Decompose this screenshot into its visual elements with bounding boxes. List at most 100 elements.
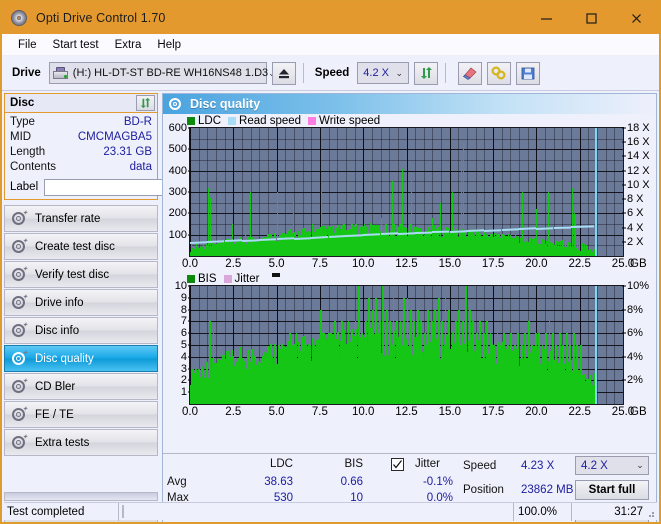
legend-entry-write-speed: Write speed xyxy=(308,115,380,127)
disc-row-contents: Contents data xyxy=(10,160,152,175)
y-tick-label: 6 xyxy=(181,328,192,339)
minimize-button[interactable] xyxy=(524,2,569,34)
disc-label-row: Label xyxy=(10,178,247,196)
x-tick-label: 22.5 xyxy=(568,258,591,270)
menu-item-help[interactable]: Help xyxy=(149,37,189,53)
x-axis-unit: GB xyxy=(630,258,647,270)
legend-swatch-bis xyxy=(187,274,195,283)
bis-legend: BIS Jitter xyxy=(163,272,656,285)
disc-icon xyxy=(169,97,182,111)
eject-button[interactable] xyxy=(271,61,296,85)
bis-y-axis-left: 1 2 3 4 5 6 7 8 9 10 xyxy=(163,281,192,405)
erase-button[interactable] xyxy=(458,61,483,85)
test-speed-select[interactable]: 4.2 X ⌄ xyxy=(575,456,649,475)
disc-row-length: Length 23.31 GB xyxy=(10,145,152,160)
sidebar-item-verify-test-disc[interactable]: ✦ Verify test disc xyxy=(4,261,158,288)
sidebar-item-disc-quality[interactable]: ✦ Disc quality xyxy=(4,345,158,372)
y-tick-label: 400 xyxy=(169,165,192,176)
x-tick-label: 10.0 xyxy=(351,406,375,418)
tools-button[interactable] xyxy=(487,61,512,85)
speed-select[interactable]: 4.2 X ⌄ xyxy=(357,62,410,84)
y2-tick-label: 8 X xyxy=(622,194,644,205)
y-tick-label: 500 xyxy=(169,144,192,155)
sidebar-item-label: CD Bler xyxy=(35,380,76,393)
refresh-button[interactable] xyxy=(414,61,439,85)
x-tick-label: 20.0 xyxy=(525,258,548,270)
test-speed-value: 4.2 X xyxy=(581,459,608,472)
save-button[interactable] xyxy=(516,61,541,85)
x-tick-label: 2.5 xyxy=(225,258,242,270)
x-tick-label: 7.5 xyxy=(311,258,328,270)
y-tick-label: 4 xyxy=(181,351,192,362)
disc-label-key: Label xyxy=(10,181,39,193)
legend-entry-bis: BIS xyxy=(187,273,217,285)
sidebar-item-create-test-disc[interactable]: ✦ Create test disc xyxy=(4,233,158,260)
y-tick-label: 200 xyxy=(169,208,192,219)
close-button[interactable] xyxy=(614,2,659,34)
resize-grip-icon[interactable] xyxy=(645,508,655,518)
app-disc-icon xyxy=(10,9,28,27)
bis-plot-area[interactable] xyxy=(189,285,624,405)
y-tick-label: 5 xyxy=(181,340,192,351)
sidebar-item-disc-info[interactable]: ✦ Disc info xyxy=(4,317,158,344)
disc-row-length-key: Length xyxy=(10,146,46,158)
y2-tick-label: 18 X xyxy=(622,123,650,134)
y-tick-label: 9 xyxy=(181,292,192,303)
menu-item-extra[interactable]: Extra xyxy=(107,37,150,53)
menu-item-start-test[interactable]: Start test xyxy=(45,37,107,53)
y2-tick-label: 4% xyxy=(622,351,643,362)
disc-icon: ✦ xyxy=(12,238,28,254)
disc-icon: ✦ xyxy=(12,294,28,310)
y2-tick-label: 2 X xyxy=(622,236,644,247)
y2-tick-label: 6 X xyxy=(622,208,644,219)
main-panel: Disc quality LDC Read speed Write speed … xyxy=(162,93,657,522)
x-tick-label: 17.5 xyxy=(481,406,505,418)
stats-col-bis: BIS xyxy=(344,458,363,470)
y-tick-label: 8 xyxy=(181,304,192,315)
menu-item-file[interactable]: File xyxy=(10,37,45,53)
y2-tick-label: 14 X xyxy=(622,151,650,162)
x-tick-label: 10.0 xyxy=(351,258,375,270)
sidebar-item-transfer-rate[interactable]: ✦ Transfer rate xyxy=(4,205,158,232)
disc-row-type-value: BD-R xyxy=(123,116,152,128)
jitter-checkbox[interactable] xyxy=(391,458,404,471)
legend-swatch-ldc xyxy=(187,116,195,125)
drive-select[interactable]: (H:) HL-DT-ST BD-RE WH16NS48 1.D3 ⌄ xyxy=(48,62,276,84)
disc-row-contents-key: Contents xyxy=(10,161,57,173)
toolbar-separator-1 xyxy=(302,63,304,83)
y-tick-label: 7 xyxy=(181,316,192,327)
y-tick-label: 300 xyxy=(169,187,192,198)
legend-entry-jitter: Jitter xyxy=(223,273,259,285)
y-tick-label: 1 xyxy=(181,387,192,398)
sidebar-item-label: Drive info xyxy=(35,296,84,309)
stats-speed-value: 4.23 X xyxy=(521,460,555,472)
sidebar-item-label: FE / TE xyxy=(35,408,74,421)
start-full-button[interactable]: Start full xyxy=(575,480,649,500)
y2-tick-label: 10 X xyxy=(622,179,650,190)
y-tick-label: 100 xyxy=(169,229,192,240)
ldc-plot-area[interactable] xyxy=(189,127,624,257)
progress-percent: 100.0% xyxy=(513,502,571,521)
disc-refresh-button[interactable] xyxy=(136,95,155,111)
sidebar-item-extra-tests[interactable]: ✦ Extra tests xyxy=(4,429,158,456)
sidebar-item-drive-info[interactable]: ✦ Drive info xyxy=(4,289,158,316)
sidebar-item-label: Verify test disc xyxy=(35,268,110,281)
y-tick-label: 2 xyxy=(181,375,192,386)
optical-drive-icon xyxy=(52,66,69,80)
disc-icon: ✦ xyxy=(12,322,28,338)
maximize-button[interactable] xyxy=(569,2,614,34)
disc-panel-header: Disc xyxy=(5,94,157,113)
x-tick-label: 12.5 xyxy=(395,406,418,418)
sidebar-item-cd-bler[interactable]: ✦ CD Bler xyxy=(4,373,158,400)
jitter-label: Jitter xyxy=(415,458,440,470)
y2-tick-label: 16 X xyxy=(622,137,650,148)
progress-bar xyxy=(122,505,124,518)
sidebar-item-fe-te[interactable]: ✦ FE / TE xyxy=(4,401,158,428)
legend-swatch-read-speed xyxy=(228,116,237,125)
title-bar: Opti Drive Control 1.70 xyxy=(2,2,659,34)
status-bar: Test completed 100.0% 31:27 xyxy=(4,502,657,521)
y-tick-label: 600 xyxy=(169,123,192,134)
disc-row-mid-key: MID xyxy=(10,131,32,143)
disc-row-mid-value: CMCMAGBA5 xyxy=(77,131,152,143)
progress-bar-wrap xyxy=(118,502,513,521)
